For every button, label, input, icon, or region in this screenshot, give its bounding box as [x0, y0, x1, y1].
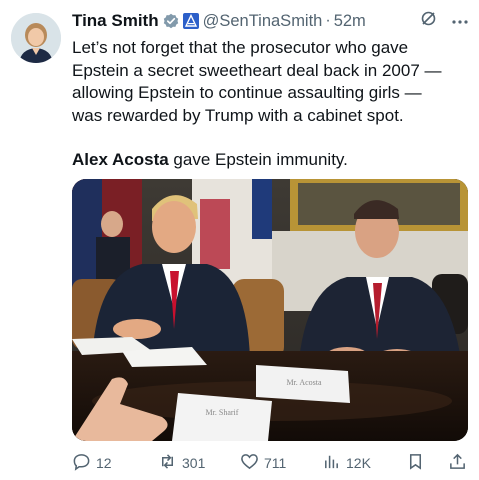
reply-icon	[72, 452, 91, 474]
verified-badge-icon	[163, 13, 179, 29]
like-button[interactable]: 711	[240, 452, 286, 474]
like-count: 711	[264, 455, 287, 471]
reply-button[interactable]: 12	[72, 452, 112, 474]
timestamp[interactable]: 52m	[334, 12, 366, 31]
tweet-text-tail: gave Epstein immunity.	[168, 150, 348, 169]
grok-icon[interactable]	[420, 10, 437, 32]
bookmark-icon	[406, 452, 425, 474]
tweet-text-line: Epstein a secret sweetheart deal back in…	[72, 60, 442, 80]
share-button[interactable]	[448, 452, 467, 474]
action-bar: 12 301 711 12K	[72, 452, 472, 476]
more-icon[interactable]	[451, 12, 469, 30]
bookmark-button[interactable]	[406, 452, 425, 474]
author-handle[interactable]: @SenTinaSmith	[203, 12, 323, 31]
tweet-text: Let’s not forget that the prosecutor who…	[72, 37, 472, 172]
repost-count: 301	[182, 455, 206, 471]
share-icon	[448, 452, 467, 474]
placard-sharif: Mr. Sharif	[206, 408, 239, 417]
bold-name: Alex Acosta	[72, 150, 169, 169]
avatar[interactable]	[11, 13, 61, 63]
views-icon	[322, 452, 341, 474]
tweet-text-line: was rewarded by Trump with a cabinet spo…	[72, 105, 404, 125]
views-count: 12K	[346, 455, 371, 471]
reply-count: 12	[96, 455, 112, 471]
government-badge-icon	[182, 13, 199, 29]
author-name[interactable]: Tina Smith	[72, 11, 159, 31]
tweet-text-line: Alex Acosta gave Epstein immunity.	[72, 149, 472, 172]
tweet-text-line: Let’s not forget that the prosecutor who…	[72, 38, 409, 57]
repost-button[interactable]: 301	[158, 452, 205, 474]
views-button[interactable]: 12K	[322, 452, 371, 474]
repost-icon	[158, 452, 177, 474]
like-icon	[240, 452, 259, 474]
tweet-header: Tina Smith @SenTinaSmith · 52m	[72, 10, 469, 32]
placard-acosta: Mr. Acosta	[286, 378, 322, 387]
tweet-photo[interactable]: Mr. Acosta Mr. Sharif	[72, 179, 468, 441]
tweet-text-line: allowing Epstein to continue assaulting …	[72, 83, 422, 102]
separator-dot: ·	[325, 12, 331, 29]
